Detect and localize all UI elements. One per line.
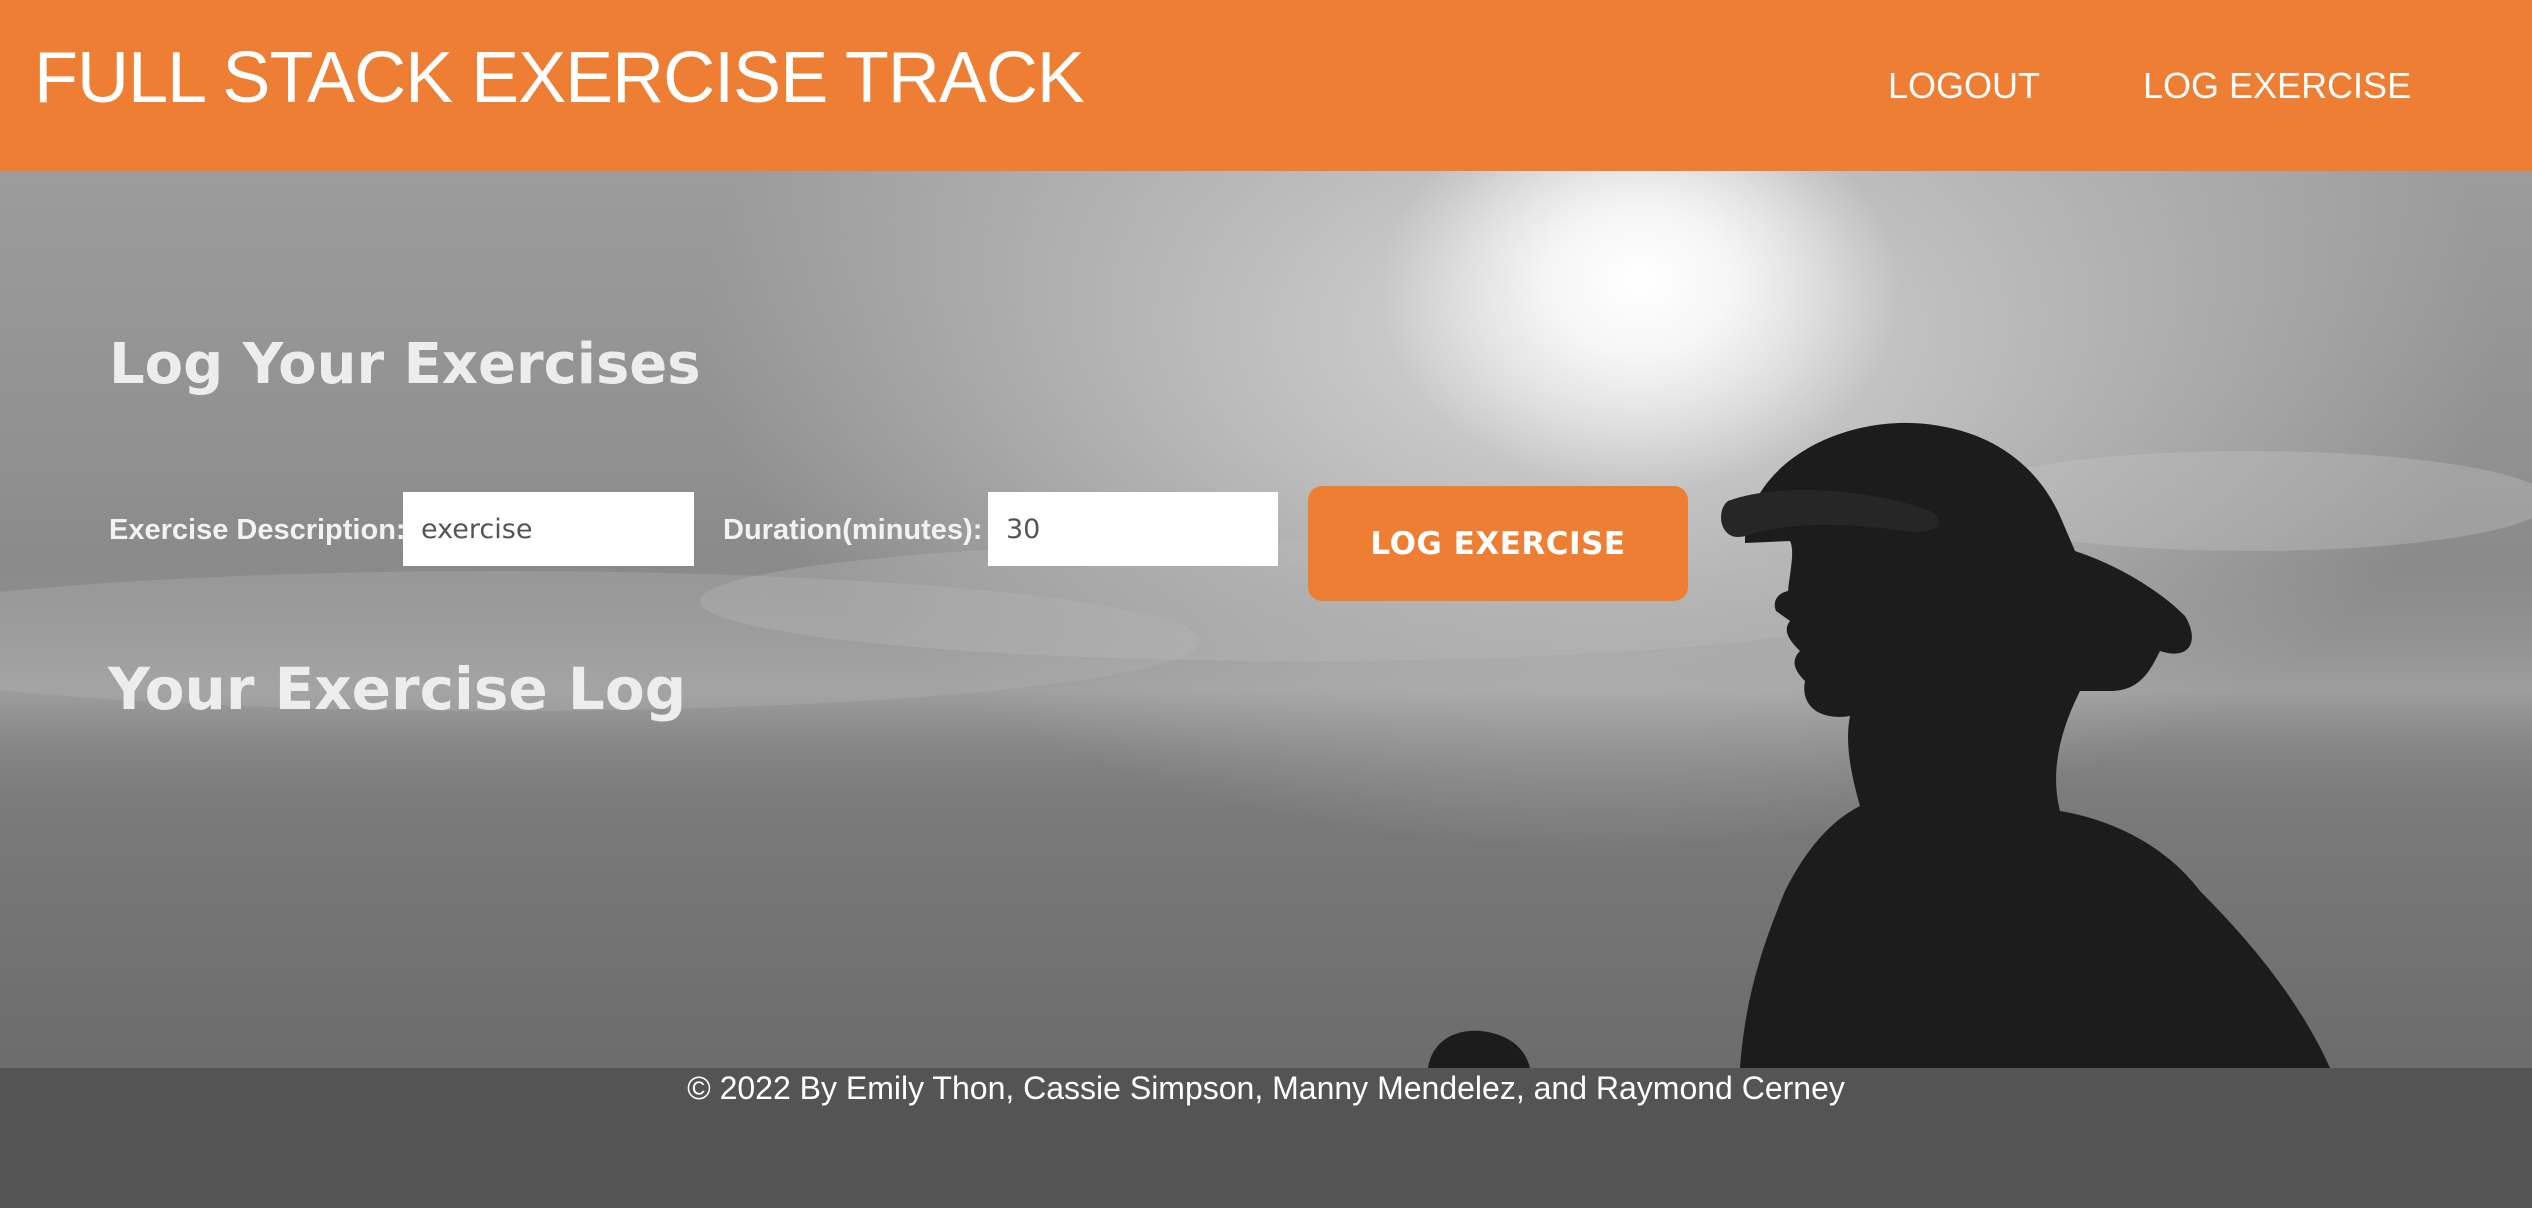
nav-log-exercise-link[interactable]: LOG EXERCISE bbox=[2143, 64, 2411, 108]
top-navbar: FULL STACK EXERCISE TRACK LOGOUT LOG EXE… bbox=[0, 0, 2532, 171]
brand-title[interactable]: FULL STACK EXERCISE TRACK bbox=[34, 36, 1085, 120]
page: FULL STACK EXERCISE TRACK LOGOUT LOG EXE… bbox=[0, 0, 2532, 1208]
exercise-log-heading: Your Exercise Log bbox=[108, 655, 687, 723]
exercise-description-label: Exercise Description: bbox=[109, 514, 406, 546]
footer-credits: © 2022 By Emily Thon, Cassie Simpson, Ma… bbox=[687, 1070, 1845, 1106]
hero-background bbox=[0, 171, 2532, 1068]
footer: © 2022 By Emily Thon, Cassie Simpson, Ma… bbox=[0, 1068, 2532, 1208]
exercise-description-input[interactable] bbox=[403, 492, 694, 566]
runner-silhouette-image bbox=[0, 171, 2532, 1068]
log-exercise-button[interactable]: LOG EXERCISE bbox=[1308, 486, 1688, 601]
duration-label: Duration(minutes): bbox=[723, 514, 983, 546]
log-exercises-heading: Log Your Exercises bbox=[109, 332, 701, 397]
nav-logout-link[interactable]: LOGOUT bbox=[1888, 64, 2040, 108]
duration-input[interactable] bbox=[988, 492, 1278, 566]
